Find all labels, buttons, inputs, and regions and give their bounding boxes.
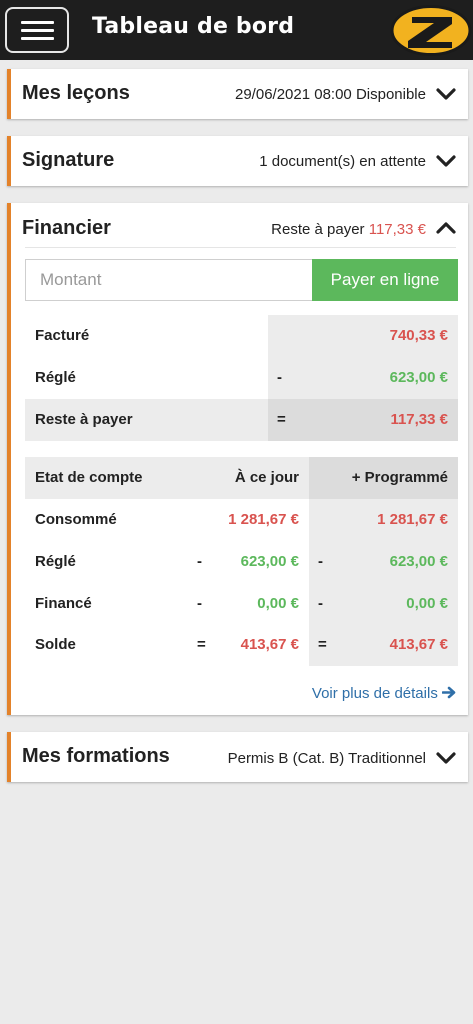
account-row: Réglé - 623,00 € - 623,00 € bbox=[25, 541, 458, 583]
card-title-formations: Mes formations bbox=[22, 745, 170, 767]
lecons-next-lesson: 29/06/2021 08:00 Disponible bbox=[235, 86, 426, 103]
summary-value: 623,00 € bbox=[389, 369, 448, 386]
summary-row-facture: Facturé 740,33 € bbox=[25, 315, 458, 357]
summary-operator: - bbox=[277, 369, 282, 386]
account-header-row: Etat de compte À ce jour + Programmé bbox=[25, 457, 458, 499]
account-row-label: Consommé bbox=[35, 511, 117, 528]
hamburger-icon-bar bbox=[21, 29, 54, 32]
details-link-label: Voir plus de détails bbox=[311, 685, 438, 702]
account-row-label: Solde bbox=[35, 636, 76, 653]
col-today-header: À ce jour bbox=[234, 469, 299, 486]
summary-row-regle: Réglé - 623,00 € bbox=[25, 357, 458, 399]
chevron-down-icon[interactable] bbox=[436, 87, 456, 101]
signature-pending: 1 document(s) en attente bbox=[259, 153, 426, 170]
account-op-today: = bbox=[197, 636, 206, 653]
col-programmed-header: + Programmé bbox=[351, 469, 448, 486]
z-logo-icon bbox=[390, 5, 472, 56]
divider bbox=[25, 247, 456, 248]
account-op-today: - bbox=[197, 595, 202, 612]
account-value-prog: 413,67 € bbox=[389, 636, 448, 653]
financier-balance: Reste à payer 117,33 € bbox=[271, 221, 426, 238]
account-value-prog: 1 281,67 € bbox=[377, 511, 448, 528]
summary-value: 117,33 € bbox=[390, 411, 448, 428]
account-value-today: 623,00 € bbox=[240, 553, 299, 570]
summary-table: Facturé 740,33 € Réglé - 623,00 € Reste … bbox=[25, 315, 458, 441]
reste-label: Reste à payer bbox=[271, 221, 365, 238]
see-more-details-link[interactable]: Voir plus de détails bbox=[312, 685, 456, 702]
account-value-today: 0,00 € bbox=[257, 595, 299, 612]
montant-input[interactable]: Montant bbox=[25, 259, 312, 301]
card-title-financier: Financier bbox=[22, 217, 111, 239]
app-header: Tableau de bord bbox=[0, 0, 473, 60]
account-op-prog: - bbox=[318, 595, 323, 612]
hamburger-icon-bar bbox=[21, 21, 54, 24]
account-op-prog: = bbox=[318, 636, 327, 653]
card-lecons[interactable]: Mes leçons 29/06/2021 08:00 Disponible bbox=[7, 69, 468, 119]
account-op-today: - bbox=[197, 553, 202, 570]
card-title-signature: Signature bbox=[22, 149, 115, 171]
account-row-label: Réglé bbox=[35, 553, 76, 570]
account-table: Etat de compte À ce jour + Programmé Con… bbox=[25, 457, 458, 666]
account-value-prog: 623,00 € bbox=[389, 553, 448, 570]
account-row: Consommé 1 281,67 € 1 281,67 € bbox=[25, 499, 458, 541]
summary-row-reste: Reste à payer = 117,33 € bbox=[25, 399, 458, 441]
account-op-prog: - bbox=[318, 553, 323, 570]
reste-value: 117,33 € bbox=[368, 221, 426, 238]
pay-online-button[interactable]: Payer en ligne bbox=[312, 259, 458, 301]
summary-value: 740,33 € bbox=[389, 327, 448, 344]
formations-info: Permis B (Cat. B) Traditionnel bbox=[227, 750, 426, 767]
card-formations[interactable]: Mes formations Permis B (Cat. B) Traditi… bbox=[7, 732, 468, 782]
account-value-today: 1 281,67 € bbox=[228, 511, 299, 528]
summary-label: Reste à payer bbox=[35, 411, 133, 428]
account-row-label: Financé bbox=[35, 595, 92, 612]
account-header-label: Etat de compte bbox=[35, 469, 143, 486]
summary-label: Réglé bbox=[35, 369, 76, 386]
card-signature[interactable]: Signature 1 document(s) en attente bbox=[7, 136, 468, 186]
arrow-right-icon bbox=[441, 686, 456, 699]
chevron-up-icon[interactable] bbox=[436, 221, 456, 235]
account-row: Solde = 413,67 € = 413,67 € bbox=[25, 624, 458, 666]
hamburger-icon-bar bbox=[21, 37, 54, 40]
account-row: Financé - 0,00 € - 0,00 € bbox=[25, 583, 458, 625]
menu-button[interactable] bbox=[5, 7, 69, 53]
summary-operator: = bbox=[277, 411, 286, 428]
card-financier: Financier Reste à payer 117,33 € Montant… bbox=[7, 203, 468, 715]
card-title-lecons: Mes leçons bbox=[22, 82, 130, 104]
page-title: Tableau de bord bbox=[92, 14, 295, 39]
chevron-down-icon[interactable] bbox=[436, 751, 456, 765]
account-value-prog: 0,00 € bbox=[406, 595, 448, 612]
chevron-down-icon[interactable] bbox=[436, 154, 456, 168]
summary-label: Facturé bbox=[35, 327, 90, 344]
account-value-today: 413,67 € bbox=[240, 636, 299, 653]
